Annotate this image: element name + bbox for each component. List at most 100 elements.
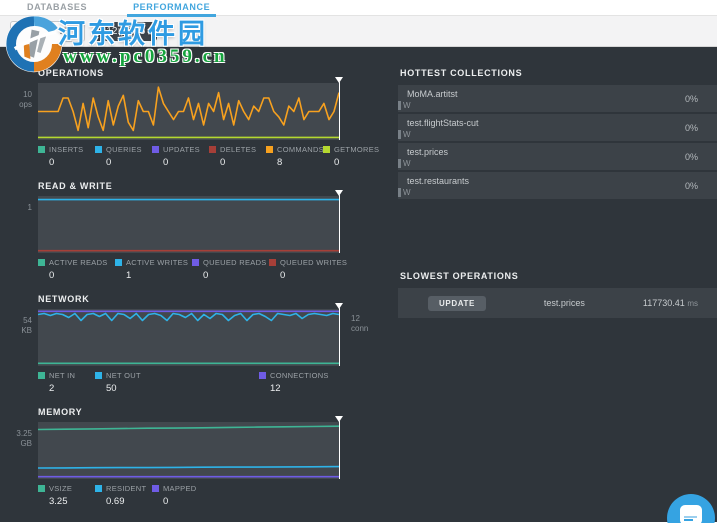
legend-item-queued-reads[interactable]: QUEUED READS 0 xyxy=(192,258,269,281)
write-load-bar xyxy=(398,101,401,110)
collection-name: MoMA.artitst xyxy=(407,89,458,99)
tab-databases[interactable]: DATABASES xyxy=(27,2,87,12)
legend-swatch-icon xyxy=(269,259,276,266)
legend-item-queries[interactable]: QUERIES 0 xyxy=(95,145,152,168)
legend-item-net-out[interactable]: NET OUT 50 xyxy=(95,371,152,394)
legend-swatch-icon xyxy=(38,146,45,153)
legend-value: 0 xyxy=(163,157,169,168)
legend-value: 12 xyxy=(270,383,281,394)
collection-row[interactable]: MoMA.artitst W 0% xyxy=(398,85,717,112)
chat-icon xyxy=(680,505,702,523)
legend-swatch-icon xyxy=(266,146,273,153)
read-write-indicator: W xyxy=(398,101,411,110)
charts-column: OPERATIONS 10 ops INSERTS 0 QUERIES 0 UPDATES… xyxy=(0,68,379,522)
chart-network: NETWORK 54 KB 12 conn NET IN 2 NET OUT 50 CONN… xyxy=(0,294,368,394)
legend-swatch-icon xyxy=(95,485,102,492)
legend-item-inserts[interactable]: INSERTS 0 xyxy=(38,145,95,168)
hottest-collections-title: HOTTEST COLLECTIONS xyxy=(400,68,523,78)
side-column: HOTTEST COLLECTIONS MoMA.artitst W 0% te… xyxy=(398,68,717,522)
slowest-operations-panel: SLOWEST OPERATIONS UPDATE test.prices 11… xyxy=(398,271,717,318)
collection-row[interactable]: test.prices W 0% xyxy=(398,143,717,170)
utilization-percent: 0% xyxy=(684,180,698,191)
chart-memory: MEMORY 3.25 GB VSIZE 3.25 RESIDENT 0.69 MAPPE… xyxy=(0,407,350,507)
legend-label: GETMORES xyxy=(334,145,380,154)
legend-label: VSIZE xyxy=(49,484,73,493)
legend-item-mapped[interactable]: MAPPED 0 xyxy=(152,484,209,507)
legend-item-connections[interactable]: CONNECTIONS 12 xyxy=(259,371,328,394)
time-scrubber[interactable] xyxy=(335,190,344,253)
legend-swatch-icon xyxy=(38,485,45,492)
slowest-operations-title: SLOWEST OPERATIONS xyxy=(400,271,519,281)
write-load-bar xyxy=(398,130,401,139)
collection-name: test.restaurants xyxy=(407,176,470,186)
network-legend: NET IN 2 NET OUT 50 CONNECTIONS 12 xyxy=(38,371,350,394)
performance-content: OPERATIONS 10 ops INSERTS 0 QUERIES 0 UPDATES… xyxy=(0,47,717,522)
legend-swatch-icon xyxy=(152,485,159,492)
chart-title-network: NETWORK xyxy=(38,294,90,304)
legend-label: MAPPED xyxy=(163,484,197,493)
legend-value: 3.25 xyxy=(49,496,68,507)
legend-swatch-icon xyxy=(38,259,45,266)
chart-title-operations: OPERATIONS xyxy=(38,68,104,78)
legend-item-vsize[interactable]: VSIZE 3.25 xyxy=(38,484,95,507)
legend-value: 0 xyxy=(280,270,286,281)
collection-row[interactable]: test.flightStats-cut W 0% xyxy=(398,114,717,141)
memory-legend: VSIZE 3.25 RESIDENT 0.69 MAPPED 0 xyxy=(38,484,350,507)
legend-item-active-reads[interactable]: ACTIVE READS 0 xyxy=(38,258,115,281)
series-vsize xyxy=(38,425,339,431)
series-net-out xyxy=(38,312,339,322)
legend-label: ACTIVE WRITES xyxy=(126,258,189,267)
hottest-collections-panel: HOTTEST COLLECTIONS MoMA.artitst W 0% te… xyxy=(398,68,717,199)
utilization-percent: 0% xyxy=(684,122,698,133)
legend-item-getmores[interactable]: GETMORES 0 xyxy=(323,145,380,168)
time-scrubber[interactable] xyxy=(335,77,344,140)
legend-value: 2 xyxy=(49,383,55,394)
legend-item-queued-writes[interactable]: QUEUED WRITES 0 xyxy=(269,258,348,281)
legend-value: 0 xyxy=(49,157,55,168)
read-write-indicator: W xyxy=(398,188,411,197)
legend-value: 0 xyxy=(203,270,209,281)
legend-swatch-icon xyxy=(115,259,122,266)
read-write-chart xyxy=(38,190,343,253)
collection-row[interactable]: test.restaurants W 0% xyxy=(398,172,717,199)
legend-item-active-writes[interactable]: ACTIVE WRITES 1 xyxy=(115,258,192,281)
pause-button[interactable]: PAUSE xyxy=(10,20,86,42)
legend-item-resident[interactable]: RESIDENT 0.69 xyxy=(95,484,152,507)
legend-swatch-icon xyxy=(192,259,199,266)
legend-item-deletes[interactable]: DELETES 0 xyxy=(209,145,266,168)
tab-bar: DATABASES PERFORMANCE xyxy=(0,0,717,15)
utilization-percent: 0% xyxy=(684,151,698,162)
legend-item-updates[interactable]: UPDATES 0 xyxy=(152,145,209,168)
y-axis-label: 3.25 GB xyxy=(16,429,32,448)
legend-label: DELETES xyxy=(220,145,257,154)
write-load-bar xyxy=(398,159,401,168)
legend-value: 0 xyxy=(334,157,340,168)
legend-label: INSERTS xyxy=(49,145,84,154)
scrubber-line xyxy=(338,82,341,140)
legend-label: QUEUED WRITES xyxy=(280,258,348,267)
pause-icon xyxy=(25,26,32,36)
legend-label: RESIDENT xyxy=(106,484,147,493)
legend-value: 50 xyxy=(106,383,117,394)
chart-operations: OPERATIONS 10 ops INSERTS 0 QUERIES 0 UPDATES… xyxy=(0,68,379,168)
performance-toolbar: PAUSE 12:25:45 xyxy=(0,15,717,47)
operation-type-badge[interactable]: UPDATE xyxy=(428,295,486,311)
legend-label: COMMANDS xyxy=(277,145,324,154)
operation-collection-name: test.prices xyxy=(543,298,585,308)
legend-value: 0 xyxy=(49,270,55,281)
legend-swatch-icon xyxy=(323,146,330,153)
legend-item-commands[interactable]: COMMANDS 8 xyxy=(266,145,324,168)
chart-read-write: READ & WRITE 1 ACTIVE READS 0 ACTIVE WRITE… xyxy=(0,181,350,281)
legend-label: UPDATES xyxy=(163,145,200,154)
slow-operation-row[interactable]: UPDATE test.prices 117730.41 ms xyxy=(398,288,717,318)
legend-value: 8 xyxy=(277,157,283,168)
legend-item-net-in[interactable]: NET IN 2 xyxy=(38,371,95,394)
legend-swatch-icon xyxy=(209,146,216,153)
operation-duration: 117730.41 ms xyxy=(642,298,698,308)
legend-swatch-icon xyxy=(95,372,102,379)
tab-performance[interactable]: PERFORMANCE xyxy=(133,2,210,17)
time-scrubber[interactable] xyxy=(335,416,344,479)
time-scrubber[interactable] xyxy=(335,303,344,366)
legend-swatch-icon xyxy=(38,372,45,379)
collection-name: test.flightStats-cut xyxy=(407,118,479,128)
